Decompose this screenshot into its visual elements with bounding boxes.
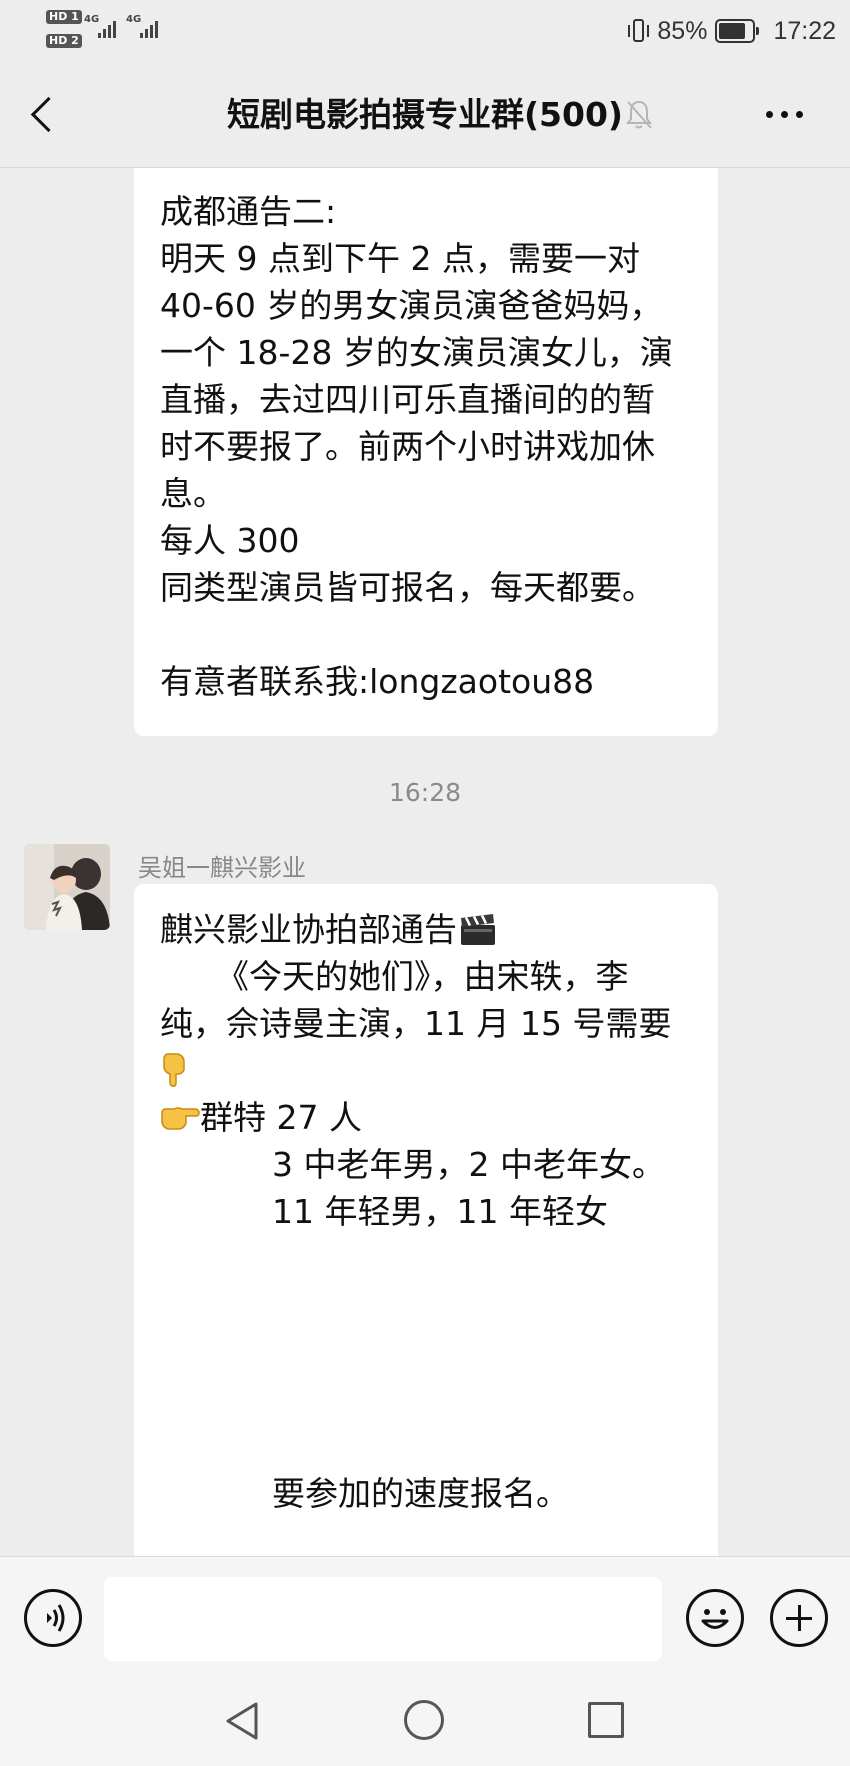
avatar-photo [24, 844, 110, 930]
status-right: 85% 17:22 [627, 14, 836, 48]
signal-bars-2-icon [140, 20, 158, 38]
group-title: 短剧电影拍摄专业群(500) [226, 95, 624, 134]
message-line: 麒兴影业协拍部通告 [160, 906, 692, 953]
message-text: 成都通告二: 明天 9 点到下午 2 点，需要一对 40-60 岁的男女演员演爸… [160, 192, 673, 701]
bell-muted-icon [626, 100, 652, 129]
message-line: 3 中老年男，2 中老年女。 [272, 1145, 665, 1184]
input-bar [0, 1556, 850, 1676]
message-line: 要参加的速度报名。 [272, 1474, 569, 1513]
chat-header: 短剧电影拍摄专业群(500) [0, 62, 850, 168]
sender-name: 吴姐一麒兴影业 [138, 854, 306, 882]
system-back-icon[interactable] [222, 1700, 262, 1742]
battery-icon [715, 19, 760, 43]
more-dots-icon [766, 110, 773, 118]
sim1-badge: HD 1 [46, 10, 82, 24]
add-button[interactable] [770, 1589, 828, 1647]
message-line: 《今天的她们》，由宋轶，李 [216, 957, 629, 996]
signal-bars-1-icon [98, 20, 116, 38]
clapper-board-icon [459, 911, 497, 945]
message-timestamp: 16:28 [388, 778, 462, 807]
network-type-2: 4G [126, 14, 142, 25]
pointing-right-icon [160, 1098, 200, 1130]
vibrate-icon [627, 18, 650, 44]
message-line: 11 年轻男，11 年轻女 [272, 1192, 608, 1231]
chat-messages[interactable]: 成都通告二: 明天 9 点到下午 2 点，需要一对 40-60 岁的男女演员演爸… [0, 168, 850, 1556]
clock: 17:22 [773, 16, 836, 45]
status-bar: HD 1 HD 2 4G 4G 85% 17:22 [0, 0, 850, 62]
system-home-icon[interactable] [404, 1700, 444, 1740]
voice-icon [47, 1604, 65, 1632]
system-nav-bar [0, 1676, 850, 1766]
avatar[interactable] [24, 844, 110, 930]
sim2-badge: HD 2 [46, 34, 82, 48]
battery-percent: 85% [657, 16, 708, 45]
message-bubble[interactable]: 成都通告二: 明天 9 点到下午 2 点，需要一对 40-60 岁的男女演员演爸… [134, 168, 718, 736]
emoji-button[interactable] [686, 1589, 744, 1647]
message-blank-lines [160, 1235, 692, 1470]
message-line [160, 1047, 692, 1094]
network-type-1: 4G [84, 14, 100, 25]
message-line: 群特 27 人 [160, 1094, 692, 1141]
message-input[interactable] [104, 1577, 662, 1661]
signal-indicators: HD 1 HD 2 4G 4G [46, 8, 186, 56]
smiley-icon [701, 1609, 729, 1629]
system-recents-icon[interactable] [588, 1702, 624, 1738]
more-button[interactable] [766, 102, 810, 126]
message-bubble[interactable]: 麒兴影业协拍部通告 《今天的她们》，由宋轶，李 纯，佘诗曼主演，11 月 15 … [134, 884, 718, 1556]
voice-button[interactable] [24, 1589, 82, 1647]
pointing-down-icon [160, 1052, 190, 1088]
message-line: 纯，佘诗曼主演，11 月 15 号需要 [160, 1004, 672, 1043]
